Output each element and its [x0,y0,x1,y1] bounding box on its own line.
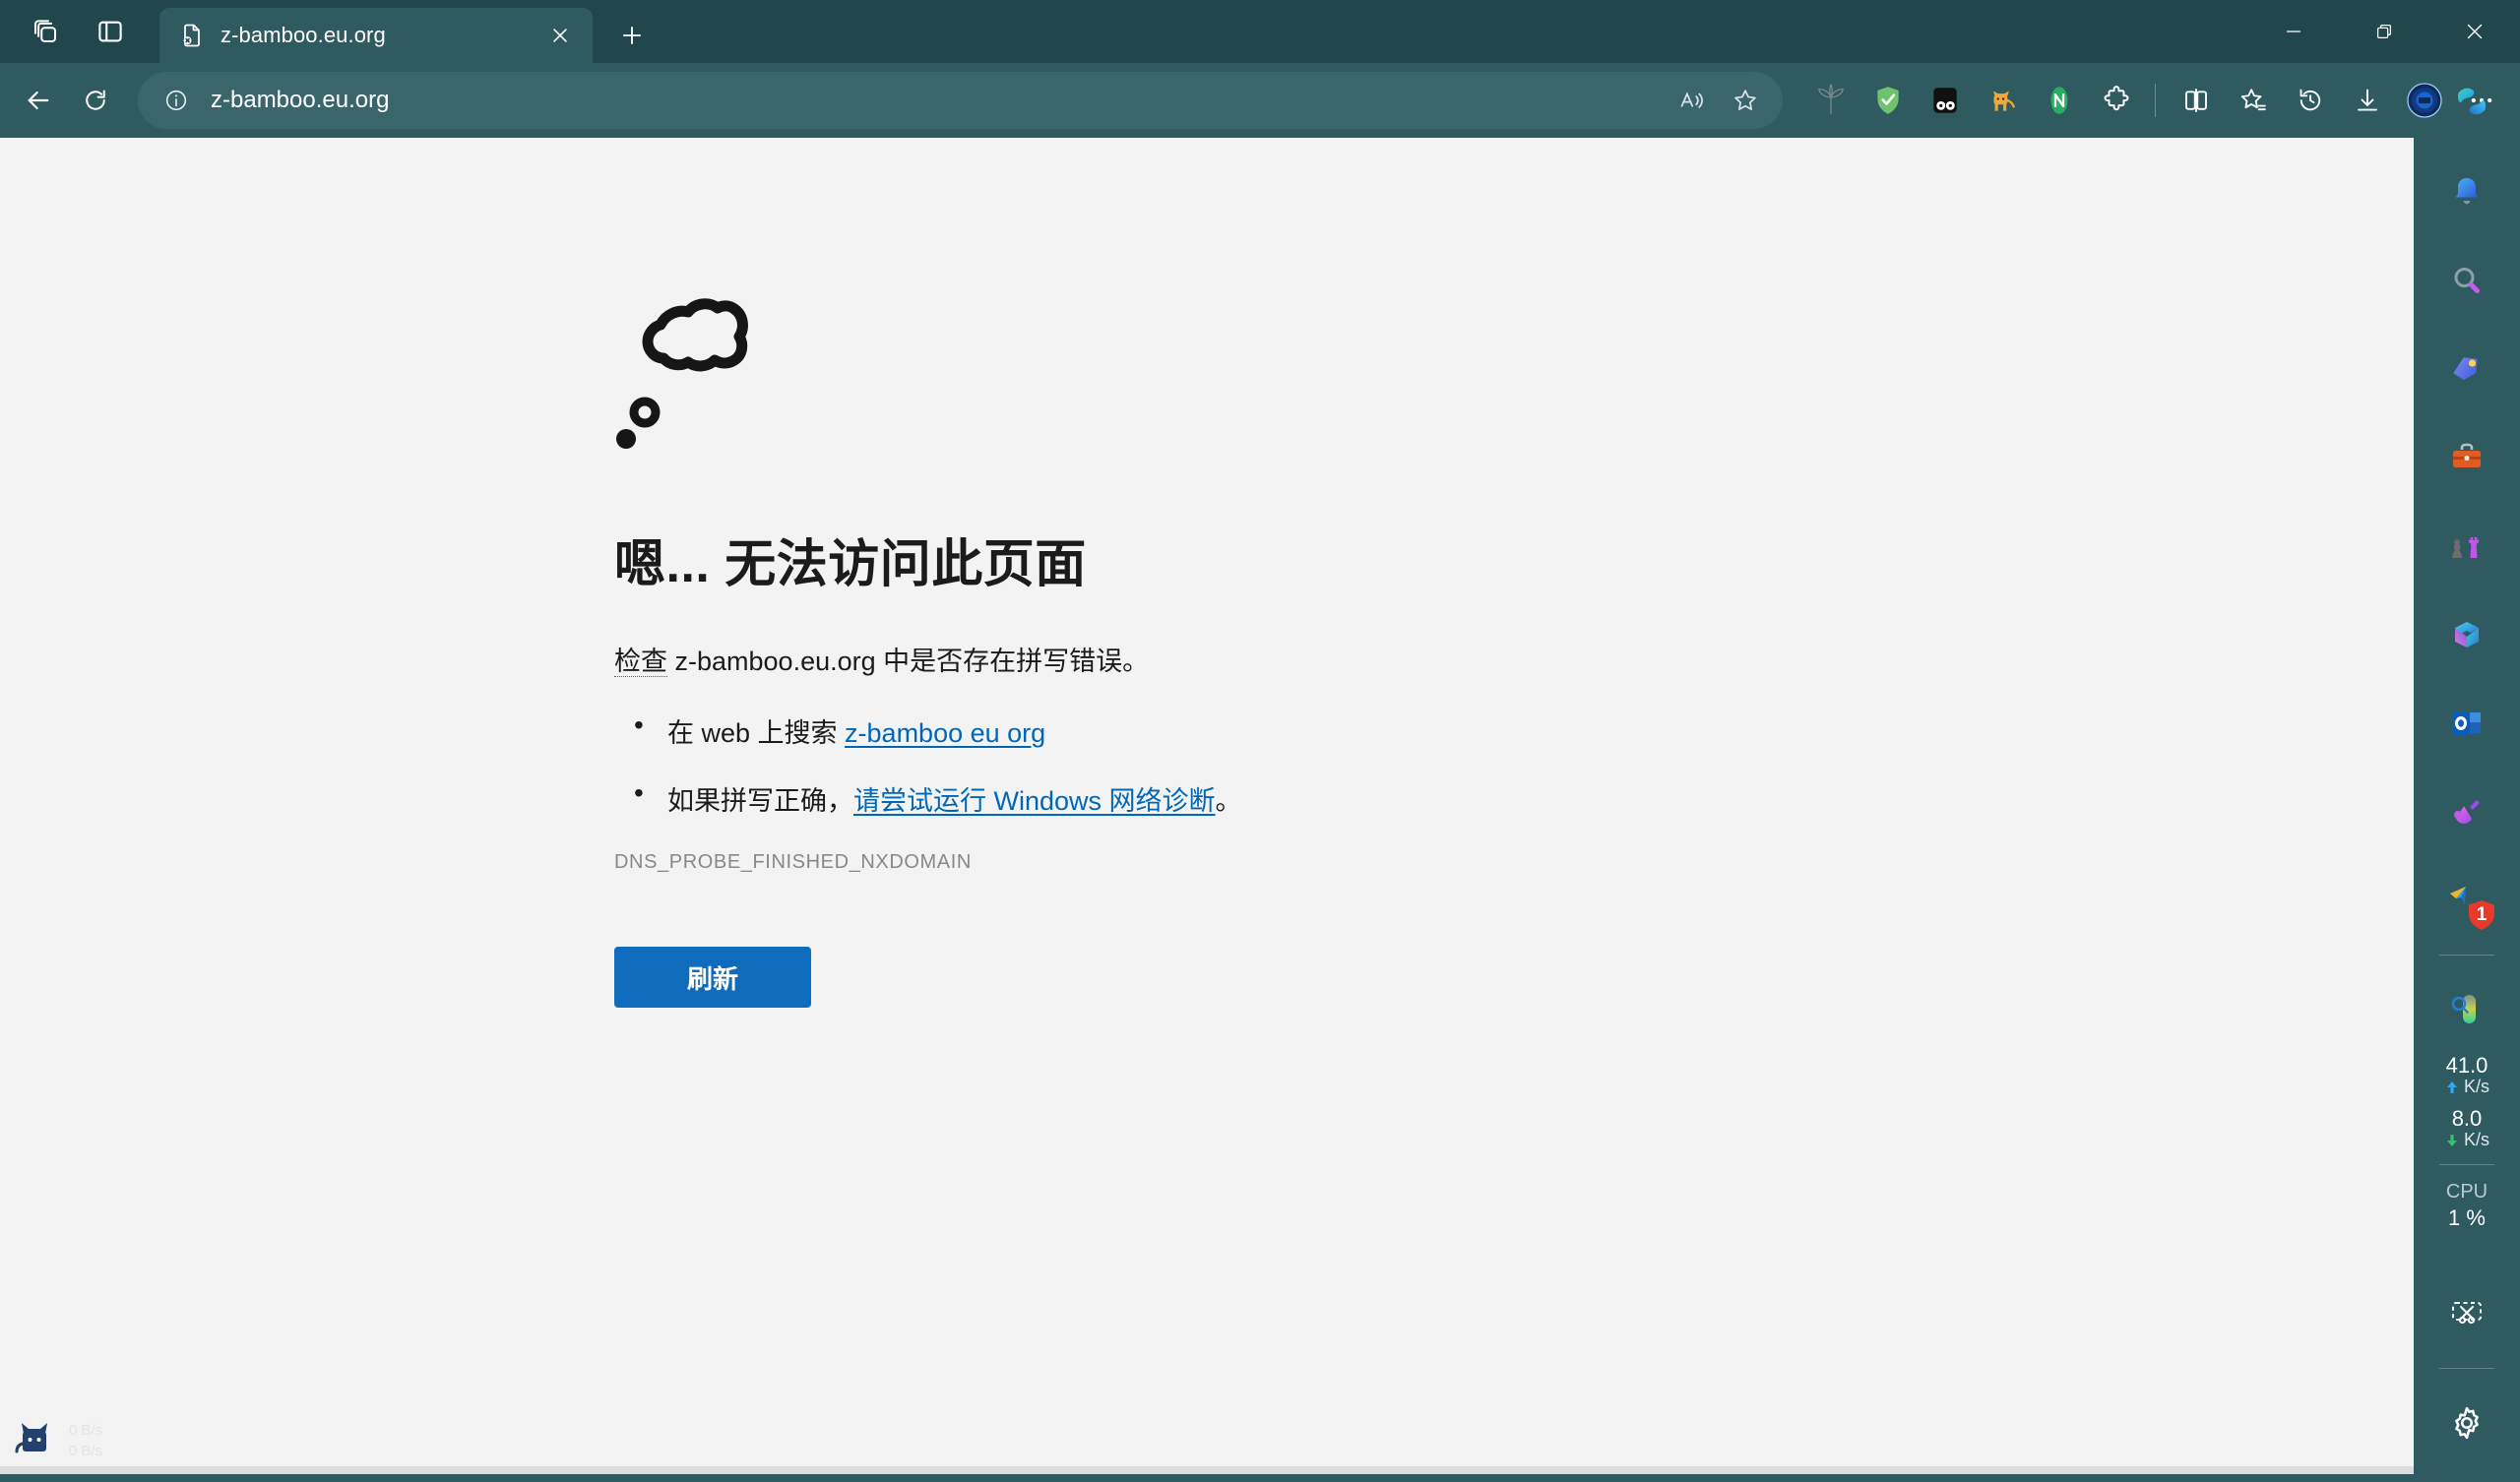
page-horizontal-scrollbar[interactable] [0,1466,2414,1474]
network-diagnostics-link[interactable]: 请尝试运行 Windows 网络诊断 [853,786,1216,816]
notifications-bell-icon[interactable] [2431,156,2502,227]
extensions-area [1793,74,2143,127]
address-bar[interactable]: z-bamboo.eu.org [138,72,1783,129]
search-capsule-icon[interactable] [2431,974,2502,1045]
refresh-button[interactable]: 刷新 [614,947,811,1008]
microsoft-365-icon[interactable] [2431,599,2502,670]
error-suggestions-list: 在 web 上搜索 z-bamboo eu org 如果拼写正确，请尝试运行 W… [628,710,2414,818]
close-button[interactable] [2429,0,2520,63]
blue-cat-icon [14,1418,55,1464]
shopping-tag-icon[interactable] [2431,334,2502,404]
download-stat: 8.0 K/s [2444,1105,2489,1150]
drop-tool-icon[interactable] [2431,776,2502,847]
cpu-value: 1 % [2448,1204,2486,1230]
back-button[interactable] [10,72,67,129]
site-information-icon[interactable] [156,80,197,121]
browser-toolbar: z-bamboo.eu.org [0,63,2520,138]
new-tab-button[interactable] [608,12,656,59]
upload-unit: K/s [2463,1077,2489,1097]
cpu-label: CPU [2445,1180,2488,1203]
green-shield-check-extension-icon[interactable] [1861,74,1915,127]
collections-icon[interactable] [2225,72,2282,129]
page-error-icon [177,21,207,50]
thought-bubble-cloud-icon [614,285,782,458]
error-page: 嗯... 无法访问此页面 检查 z-bamboo.eu.org 中是否存在拼写错… [0,138,2414,1008]
reload-button[interactable] [67,72,124,129]
page-network-widget[interactable]: 0 B/s 0 B/s [14,1418,102,1464]
window-controls [2248,0,2520,63]
tab-strip-left-buttons [0,0,138,63]
address-bar-url[interactable]: z-bamboo.eu.org [211,87,1667,114]
orange-cat-extension-icon[interactable] [1976,74,2029,127]
page-title: 嗯... 无法访问此页面 [614,536,1087,593]
search-magnifier-icon[interactable] [2431,245,2502,316]
suggestion-prefix: 如果拼写正确， [667,786,853,816]
page-viewport: 嗯... 无法访问此页面 检查 z-bamboo.eu.org 中是否存在拼写错… [0,138,2414,1474]
security-shield-icon[interactable]: 1 [2431,865,2502,936]
minimize-button[interactable] [2248,0,2339,63]
palm-extension-icon[interactable] [1804,74,1858,127]
add-favorite-star-icon[interactable] [1720,75,1771,126]
history-icon[interactable] [2282,72,2339,129]
web-search-link[interactable]: z-bamboo eu org [845,718,1045,748]
error-description-suffix: 中是否存在拼写错误。 [883,647,1150,676]
tab-title: z-bamboo.eu.org [220,23,386,47]
games-chess-icon[interactable] [2431,511,2502,582]
status-badge-count: 1 [2476,904,2488,925]
upload-value: 41.0 [2445,1053,2488,1078]
sidebar-divider [2439,1163,2494,1165]
read-aloud-icon[interactable] [1667,75,1718,126]
download-value: 8.0 [2451,1105,2483,1131]
browser-sidebar: 1 41.0 K/s 8.0 K/s CPU 1 % [2414,138,2520,1482]
widget-download-rate: 0 B/s [69,1442,103,1459]
settings-gear-icon[interactable] [2431,1388,2502,1458]
upload-arrow-icon [2446,1081,2457,1094]
puzzle-piece-extensions-icon[interactable] [2090,74,2143,127]
green-n-extension-icon[interactable] [2033,74,2086,127]
error-description: 检查 z-bamboo.eu.org 中是否存在拼写错误。 [614,640,2414,678]
tab-close-icon[interactable] [541,17,579,54]
network-stats[interactable]: 41.0 K/s 8.0 K/s CPU 1 % [2414,1053,2520,1231]
error-description-prefix: 检查 [614,647,667,677]
copilot-workspaces-icon[interactable] [18,4,73,59]
address-bar-actions [1667,75,1771,126]
error-code: DNS_PROBE_FINISHED_NXDOMAIN [614,851,972,873]
browser-tab[interactable]: z-bamboo.eu.org [159,8,593,63]
split-screen-icon[interactable] [2168,72,2225,129]
restore-button[interactable] [2339,0,2429,63]
list-item: 如果拼写正确，请尝试运行 Windows 网络诊断。 [628,777,2414,818]
browser-window: z-bamboo.eu.org z-bamboo.eu.org 嗯... 无法访… [0,0,2520,1482]
outlook-icon[interactable] [2431,688,2502,759]
list-item: 在 web 上搜索 z-bamboo eu org [628,710,2414,750]
sidebar-divider [2439,955,2494,956]
page-network-widget-text: 0 B/s 0 B/s [69,1421,102,1461]
suggestion-prefix: 在 web 上搜索 [667,718,846,748]
suggestion-suffix: 。 [1215,786,1242,816]
sidebar-divider [2439,1368,2494,1369]
tab-strip: z-bamboo.eu.org [0,0,2520,63]
tab-actions-icon[interactable] [83,4,138,59]
tools-toolbox-icon[interactable] [2431,422,2502,493]
toolbar-divider [2155,84,2156,117]
download-arrow-icon [2446,1135,2457,1147]
upload-stat: 41.0 K/s [2444,1053,2489,1097]
status-badge: 1 [2465,898,2498,932]
error-description-domain: z-bamboo.eu.org [667,647,884,676]
black-oval-extension-icon[interactable] [1919,74,1972,127]
downloads-icon[interactable] [2339,72,2396,129]
download-unit: K/s [2463,1130,2489,1150]
widget-upload-rate: 0 B/s [69,1422,103,1440]
copilot-icon[interactable] [2441,71,2502,132]
web-capture-scissors-icon[interactable] [2431,1278,2502,1349]
